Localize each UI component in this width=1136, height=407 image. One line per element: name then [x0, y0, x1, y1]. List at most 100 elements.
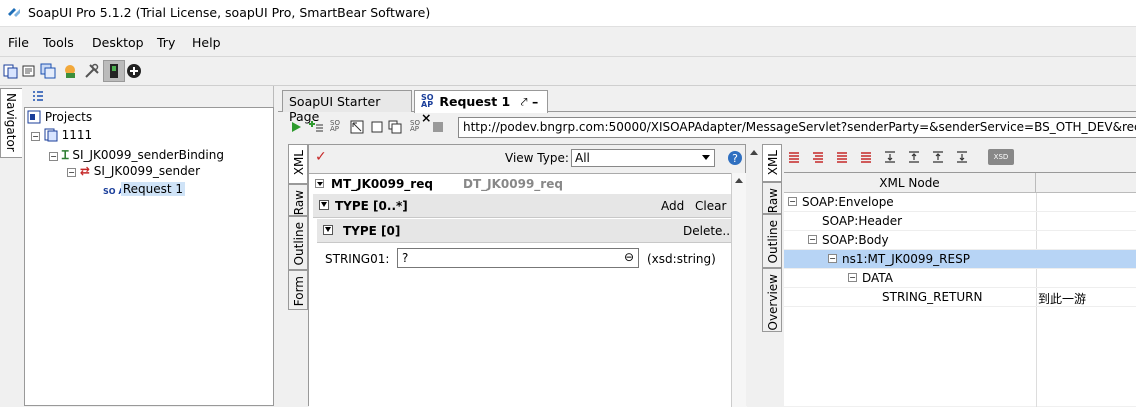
tab-form[interactable]: Form	[288, 270, 308, 310]
tab-request[interactable]: SO AP Request 1 ⤤ – ×	[414, 90, 548, 125]
tab-xml[interactable]: XML	[288, 144, 308, 184]
new-project-icon[interactable]	[3, 63, 19, 79]
tab-xml-label: XML	[292, 150, 306, 176]
window-title: SoapUI Pro 5.1.2 (Trial License, soapUI …	[28, 5, 431, 20]
collapse-icon[interactable]	[319, 200, 329, 210]
tab-response-outline[interactable]: Outline	[762, 214, 782, 268]
resize-icon[interactable]	[350, 120, 364, 134]
soapui-logo-icon	[8, 8, 20, 17]
align-icon[interactable]	[812, 151, 824, 163]
delete-button[interactable]: Delete..	[683, 224, 730, 238]
tools-icon[interactable]	[84, 63, 100, 79]
tab-starter-page[interactable]: SoapUI Starter Page	[282, 90, 412, 124]
collapse-all-icon[interactable]	[32, 90, 44, 102]
menu-desktop[interactable]: Desktop	[92, 35, 144, 50]
menu-try[interactable]: Try	[157, 35, 175, 50]
request-form-editor: ✓ View Type: All ? MT_JK0099_req DT_JK00…	[308, 144, 747, 407]
tab-raw[interactable]: Raw	[288, 184, 308, 216]
collapse-icon[interactable]	[315, 179, 324, 188]
menu-file[interactable]: File	[8, 35, 29, 50]
value-column-header	[1036, 173, 1136, 193]
tree-request[interactable]: SO AP Request 1	[103, 182, 186, 196]
collapse-icon[interactable]: −	[31, 132, 40, 141]
submit-request-icon[interactable]	[290, 121, 302, 133]
tab-response-xml-label: XML	[766, 150, 780, 176]
pin-icon[interactable]: ⤤	[521, 94, 528, 109]
soapui-preferences-icon[interactable]	[62, 63, 78, 79]
string01-value: ?	[402, 251, 409, 265]
validate-icon[interactable]: ✓	[315, 149, 327, 165]
expand-icon[interactable]	[932, 151, 944, 163]
navigator-tab[interactable]: Navigator	[0, 88, 22, 158]
tab-request-label: Request 1	[439, 94, 511, 109]
expand-icon[interactable]	[884, 151, 896, 163]
xml-row[interactable]: SOAP:Header	[784, 212, 1136, 231]
add-assertion-icon[interactable]	[308, 120, 324, 134]
xml-row[interactable]: − SOAP:Body	[784, 231, 1136, 250]
tab-outline-label: Outline	[292, 222, 306, 266]
xml-row[interactable]: STRING_RETURN 到此一游	[784, 288, 1136, 307]
soap-icon[interactable]: SO AP	[410, 120, 422, 133]
tree-binding[interactable]: − Ɪ SI_JK0099_senderBinding	[49, 146, 224, 163]
splitter[interactable]	[746, 144, 762, 406]
group-type-repeat-label: TYPE [0..*]	[335, 199, 408, 213]
request-editor-header: ✓ View Type: All ?	[309, 145, 745, 173]
response-view-tabs: XML Raw Outline Overview	[762, 144, 782, 406]
copy-icon[interactable]	[388, 120, 402, 134]
projects-icon	[27, 110, 41, 124]
scroll-up-icon[interactable]	[750, 150, 758, 155]
collapse-icon[interactable]: −	[67, 168, 76, 177]
collapse-icon[interactable]: −	[828, 254, 837, 263]
align-icon[interactable]	[788, 151, 800, 163]
help-icon[interactable]: ?	[727, 150, 743, 166]
form-area: MT_JK0099_req DT_JK0099_req TYPE [0..*] …	[309, 173, 731, 407]
tab-outline[interactable]: Outline	[288, 216, 308, 270]
tree-projects[interactable]: Projects	[27, 110, 92, 124]
view-type-select[interactable]: All	[571, 149, 715, 167]
collapse-icon[interactable]: −	[848, 273, 857, 282]
menu-tools[interactable]: Tools	[43, 35, 74, 50]
response-toolbar: XSD	[782, 144, 1136, 172]
request-view-tabs: XML Raw Outline Form	[288, 144, 308, 406]
soap-icon[interactable]: SO AP	[330, 120, 342, 133]
interface-icon: Ɪ	[61, 148, 69, 162]
collapse-icon[interactable]	[908, 151, 920, 163]
vertical-scrollbar[interactable]	[731, 173, 747, 407]
save-all-icon[interactable]	[40, 63, 56, 79]
collapse-icon[interactable]: −	[49, 152, 58, 161]
clear-field-icon[interactable]: ⊖	[624, 250, 634, 264]
stop-icon[interactable]	[432, 121, 444, 133]
collapse-icon[interactable]: −	[788, 197, 797, 206]
tab-response-overview[interactable]: Overview	[762, 268, 782, 332]
plugin-icon[interactable]	[126, 63, 142, 79]
operation-icon: ⇄	[79, 164, 90, 178]
view-type-value: All	[575, 151, 590, 165]
collapse-icon[interactable]	[323, 225, 333, 235]
tab-response-raw[interactable]: Raw	[762, 182, 782, 214]
xml-row[interactable]: − SOAP:Envelope	[784, 193, 1136, 212]
string01-input[interactable]: ? ⊖	[397, 248, 639, 268]
xml-node-column-header: XML Node	[784, 173, 1036, 193]
xsd-button[interactable]: XSD	[988, 149, 1014, 165]
minimize-icon[interactable]: –	[532, 94, 538, 109]
add-button[interactable]: Add	[661, 199, 684, 213]
import-project-icon[interactable]	[21, 63, 37, 79]
align-icon[interactable]	[836, 151, 848, 163]
xml-node-value: 到此一游	[1038, 292, 1087, 306]
menu-bar: File Tools Desktop Try Help	[0, 26, 1136, 56]
monitor-icon[interactable]	[106, 63, 122, 79]
project-icon	[44, 128, 58, 142]
checkbox-icon[interactable]	[370, 120, 384, 134]
collapse-icon[interactable]	[956, 151, 968, 163]
scroll-up-icon[interactable]	[735, 178, 743, 183]
collapse-icon[interactable]: −	[808, 235, 817, 244]
clear-button[interactable]: Clear	[695, 199, 726, 213]
align-icon[interactable]	[860, 151, 872, 163]
xml-row-selected[interactable]: − ns1:MT_JK0099_RESP	[784, 250, 1136, 269]
endpoint-url-field[interactable]: http://podev.bngrp.com:50000/XISOAPAdapt…	[458, 117, 1136, 138]
tree-operation[interactable]: − ⇄ SI_JK0099_sender	[67, 164, 200, 178]
tab-response-xml[interactable]: XML	[762, 144, 782, 182]
tree-project[interactable]: − 1111	[31, 128, 92, 142]
menu-help[interactable]: Help	[192, 35, 221, 50]
xml-row[interactable]: − DATA	[784, 269, 1136, 288]
